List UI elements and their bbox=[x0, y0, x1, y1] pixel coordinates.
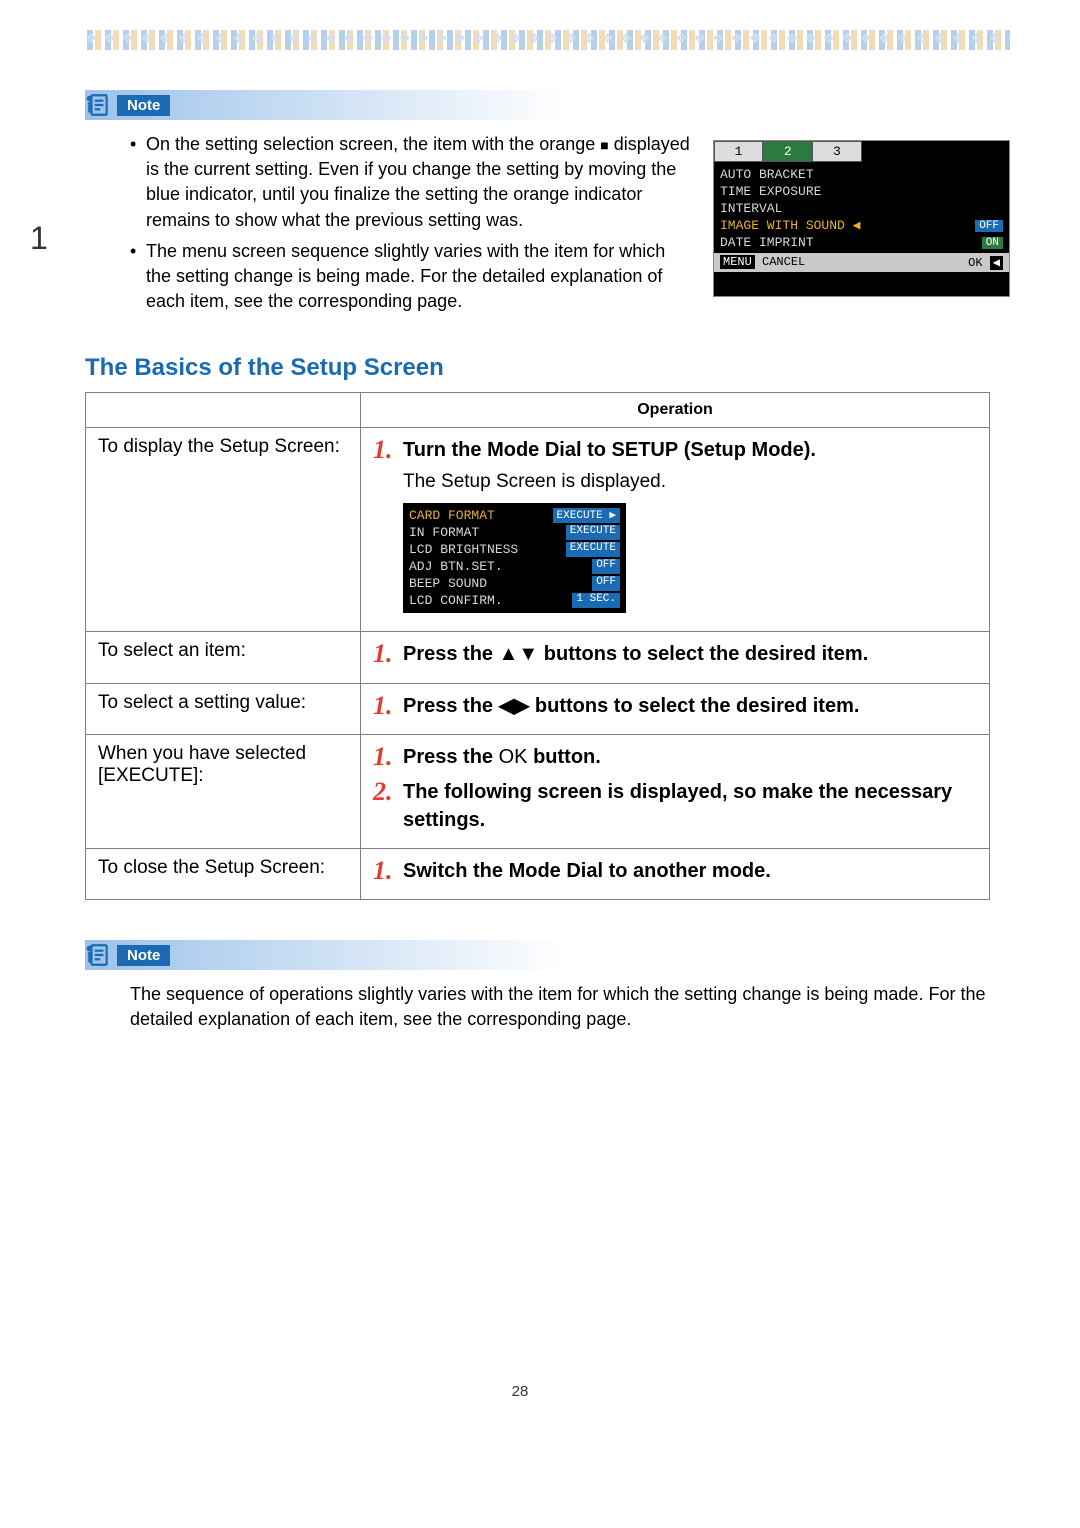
note-icon bbox=[85, 92, 111, 118]
note-list: On the setting selection screen, the ite… bbox=[130, 132, 690, 314]
note-header: Note bbox=[85, 940, 1010, 970]
col-header bbox=[86, 393, 361, 428]
note-item: The menu screen sequence slightly varies… bbox=[130, 239, 690, 315]
setup-screen-screenshot: CARD FORMATEXECUTE ▶ IN FORMATEXECUTE LC… bbox=[403, 503, 626, 613]
step-number: 1. bbox=[373, 692, 393, 721]
step-number: 1. bbox=[373, 743, 393, 772]
step-text: The following screen is displayed, so ma… bbox=[403, 778, 977, 834]
tab-active: 2 bbox=[763, 141, 812, 162]
table-row: To select a setting value: 1. Press the … bbox=[86, 683, 990, 735]
step-text: Press the ▲▼ buttons to select the desir… bbox=[403, 640, 868, 668]
chapter-number: 1 bbox=[30, 220, 48, 257]
left-right-icon: ◀▶ bbox=[499, 695, 530, 717]
table-row: To select an item: 1. Press the ▲▼ butto… bbox=[86, 631, 990, 683]
tab: 1 bbox=[714, 141, 763, 162]
step-number: 1. bbox=[373, 640, 393, 669]
up-down-icon: ▲▼ bbox=[499, 643, 539, 665]
table-row: When you have selected [EXECUTE]: 1. Pre… bbox=[86, 735, 990, 849]
step-number: 2. bbox=[373, 778, 393, 807]
step-sub: The Setup Screen is displayed. bbox=[403, 471, 977, 493]
section-title: The Basics of the Setup Screen bbox=[85, 354, 1010, 382]
tab: 3 bbox=[812, 141, 861, 162]
note-header: Note bbox=[85, 90, 1010, 120]
table-row: To close the Setup Screen: 1. Switch the… bbox=[86, 848, 990, 900]
step-number: 1. bbox=[373, 857, 393, 886]
note-label: Note bbox=[117, 945, 170, 966]
note-text: The sequence of operations slightly vari… bbox=[130, 982, 1010, 1032]
note-icon bbox=[85, 942, 111, 968]
step-text: Switch the Mode Dial to another mode. bbox=[403, 857, 771, 885]
page-number: 28 bbox=[30, 1383, 1010, 1400]
note-item: On the setting selection screen, the ite… bbox=[130, 132, 690, 233]
table-row: To display the Setup Screen: 1. Turn the… bbox=[86, 428, 990, 632]
note-label: Note bbox=[117, 95, 170, 116]
setup-basics-table: Operation To display the Setup Screen: 1… bbox=[85, 392, 990, 900]
step-text: Turn the Mode Dial to SETUP (Setup Mode)… bbox=[403, 436, 816, 464]
col-header: Operation bbox=[361, 393, 990, 428]
step-text: Press the OK button. bbox=[403, 743, 601, 771]
step-text: Press the ◀▶ buttons to select the desir… bbox=[403, 692, 859, 720]
step-number: 1. bbox=[373, 436, 393, 465]
decor-border: ❖ ❖ ❖ ❖ ❖ ❖ ❖ ❖ ❖ ❖ ❖ ❖ ❖ ❖ ❖ ❖ ❖ ❖ ❖ ❖ … bbox=[85, 30, 1010, 50]
camera-menu-screenshot: 1 2 3 AUTO BRACKET TIME EXPOSURE INTERVA… bbox=[713, 140, 1010, 297]
